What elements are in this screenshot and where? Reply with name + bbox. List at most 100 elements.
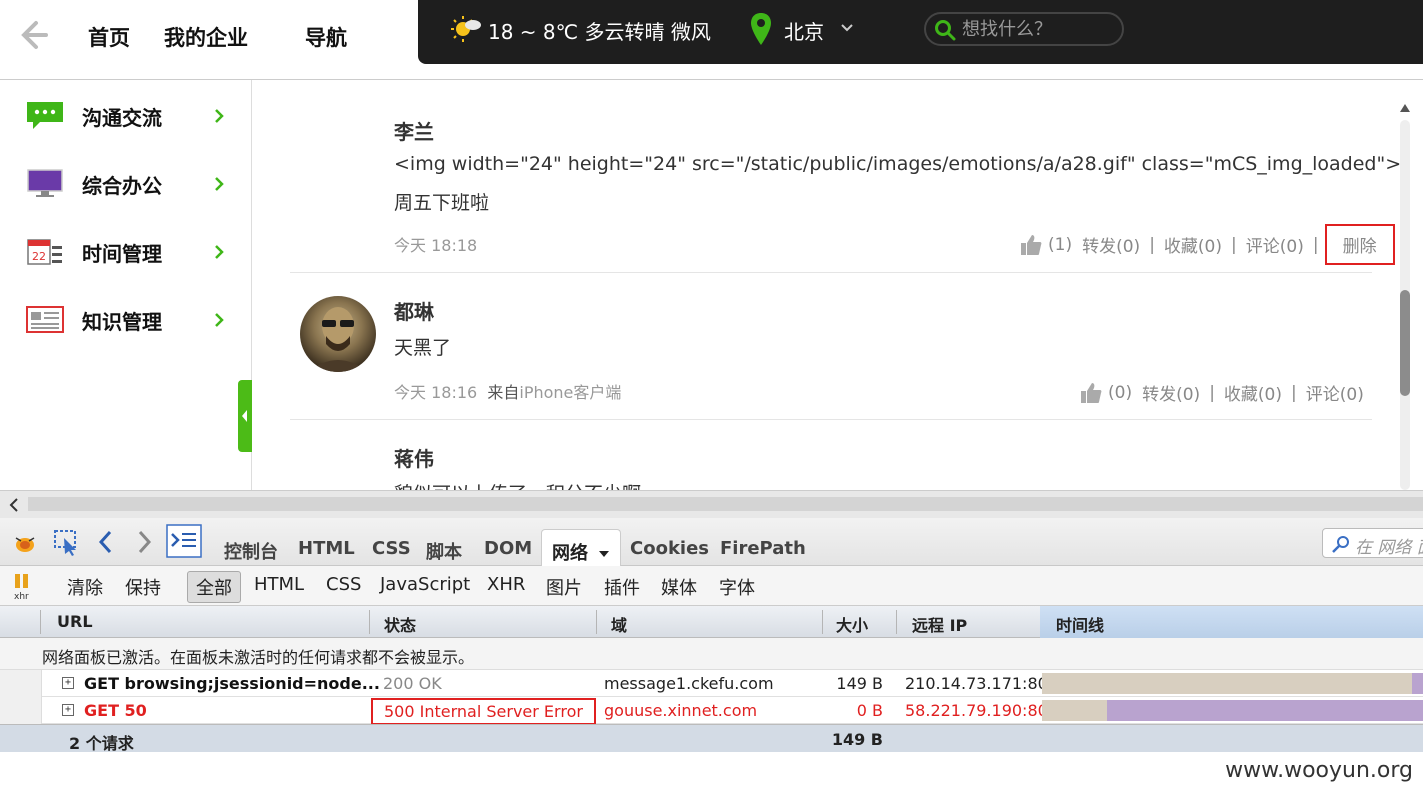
forward-link[interactable]: 转发(0) [1082, 232, 1140, 257]
sidebar-collapse-toggle[interactable] [238, 380, 252, 452]
collect-link[interactable]: 收藏(0) [1164, 232, 1222, 257]
expand-icon[interactable]: + [62, 677, 74, 689]
sidebar-item-label: 综合办公 [82, 174, 162, 198]
sidebar-item-label: 时间管理 [82, 242, 162, 266]
column-remote-ip[interactable]: 远程 IP [912, 612, 967, 636]
caret-left-icon [242, 410, 247, 422]
like-count[interactable]: (1) [1048, 235, 1072, 255]
back-arrow-icon[interactable] [14, 18, 48, 52]
tab-dom[interactable]: DOM [484, 538, 532, 559]
column-domain[interactable]: 域 [611, 612, 627, 636]
city-selector[interactable]: 北京 [784, 16, 824, 45]
forward-icon[interactable] [134, 528, 154, 556]
tab-firepath[interactable]: FirePath [720, 538, 806, 559]
search-icon[interactable] [934, 19, 956, 41]
column-divider[interactable] [896, 610, 897, 634]
svg-text:22: 22 [32, 250, 46, 263]
tab-console[interactable]: 控制台 [224, 538, 278, 564]
table-row[interactable]: + GET 50 500 Internal Server Error gouus… [0, 697, 1423, 725]
like-count[interactable]: (0) [1108, 383, 1132, 403]
filter-images[interactable]: 图片 [546, 574, 582, 600]
command-line-icon[interactable] [166, 524, 202, 558]
timeline-bar[interactable] [1411, 673, 1423, 694]
message-feed: 李兰 <img width="24" height="24" src="/sta… [252, 80, 1423, 490]
sidebar-item-label: 知识管理 [82, 310, 162, 334]
scroll-left-icon[interactable] [4, 492, 24, 518]
nav-home[interactable]: 首页 [88, 22, 130, 52]
clear-button[interactable]: 清除 [67, 574, 103, 600]
column-status[interactable]: 状态 [384, 612, 416, 636]
chevron-down-icon[interactable] [840, 22, 854, 34]
post-author[interactable]: 李兰 [394, 116, 434, 145]
collect-link[interactable]: 收藏(0) [1224, 380, 1282, 405]
firebug-icon[interactable] [12, 530, 38, 556]
scrollbar-thumb[interactable] [28, 497, 1423, 511]
avatar[interactable] [300, 296, 376, 372]
chevron-right-icon [215, 245, 224, 259]
svg-text:xhr: xhr [14, 592, 29, 600]
filter-css[interactable]: CSS [326, 574, 361, 595]
search-input[interactable] [962, 17, 1112, 41]
sidebar-item-knowledge[interactable]: 知识管理 [0, 288, 252, 348]
sidebar-item-communication[interactable]: 沟通交流 [0, 84, 252, 144]
tab-cookies[interactable]: Cookies [630, 538, 709, 559]
post-author[interactable]: 蒋伟 [394, 443, 434, 472]
column-divider[interactable] [369, 610, 370, 634]
chevron-right-icon [215, 109, 224, 123]
chat-icon [27, 102, 63, 129]
inspect-icon[interactable] [52, 528, 80, 556]
post-author[interactable]: 都琳 [394, 296, 434, 325]
nav-navigation[interactable]: 导航 [305, 22, 347, 52]
request-ip: 210.14.73.171:80 [905, 674, 1048, 693]
thumbs-up-icon[interactable] [1020, 234, 1042, 256]
horizontal-scrollbar[interactable] [0, 490, 1423, 518]
table-row[interactable]: + GET browsing;jsessionid=node... 200 OK… [0, 670, 1423, 697]
sidebar-item-office[interactable]: 综合办公 [0, 152, 252, 212]
divider: | [1149, 234, 1155, 255]
feed-scrollbar[interactable] [1398, 100, 1412, 490]
watermark: www.wooyun.org [1225, 758, 1413, 783]
column-divider[interactable] [822, 610, 823, 634]
column-url[interactable]: URL [57, 612, 93, 631]
request-count: 2 个请求 [69, 734, 134, 753]
column-size[interactable]: 大小 [836, 612, 868, 636]
post-time-value: 今天 18:16 [394, 383, 478, 402]
filter-fonts[interactable]: 字体 [719, 574, 755, 600]
filter-xhr[interactable]: XHR [487, 574, 525, 595]
column-divider[interactable] [40, 610, 41, 634]
forward-link[interactable]: 转发(0) [1142, 380, 1200, 405]
filter-all[interactable]: 全部 [187, 571, 241, 603]
xhr-pause-icon[interactable]: xhr [12, 572, 38, 600]
tab-html[interactable]: HTML [298, 538, 355, 559]
filter-media[interactable]: 媒体 [661, 574, 697, 600]
filter-html[interactable]: HTML [254, 574, 304, 595]
back-icon[interactable] [96, 528, 116, 556]
sidebar-item-time[interactable]: 22 时间管理 [0, 220, 252, 280]
divider: | [1291, 382, 1297, 403]
column-divider[interactable] [596, 610, 597, 634]
filter-javascript[interactable]: JavaScript [380, 574, 470, 595]
tab-css[interactable]: CSS [372, 538, 411, 559]
search-icon [1332, 536, 1349, 553]
network-summary-row: 2 个请求 149 B [0, 724, 1423, 753]
timeline-bar[interactable] [1106, 700, 1423, 721]
total-size: 149 B [831, 730, 883, 749]
nav-my-company[interactable]: 我的企业 [164, 22, 248, 52]
devtools-search[interactable]: 在 网络 面 [1322, 528, 1423, 558]
comment-link[interactable]: 评论(0) [1246, 232, 1304, 257]
delete-button[interactable]: 删除 [1324, 224, 1395, 265]
column-timeline[interactable]: 时间线 [1056, 612, 1104, 636]
request-url[interactable]: GET 50 [84, 701, 147, 720]
post-divider [290, 419, 1372, 420]
thumbs-up-icon[interactable] [1080, 382, 1102, 404]
post-content: 貌似可以上传了，积分不少啊 [394, 479, 641, 490]
request-url[interactable]: GET browsing;jsessionid=node... [84, 674, 380, 693]
filter-plugins[interactable]: 插件 [604, 574, 640, 600]
comment-link[interactable]: 评论(0) [1306, 380, 1364, 405]
devtools-search-placeholder: 在 网络 面 [1355, 538, 1423, 558]
dropdown-arrow-icon[interactable] [598, 549, 610, 559]
expand-icon[interactable]: + [62, 704, 74, 716]
persist-button[interactable]: 保持 [125, 574, 161, 600]
tab-script[interactable]: 脚本 [426, 538, 462, 564]
chevron-right-icon [215, 313, 224, 327]
